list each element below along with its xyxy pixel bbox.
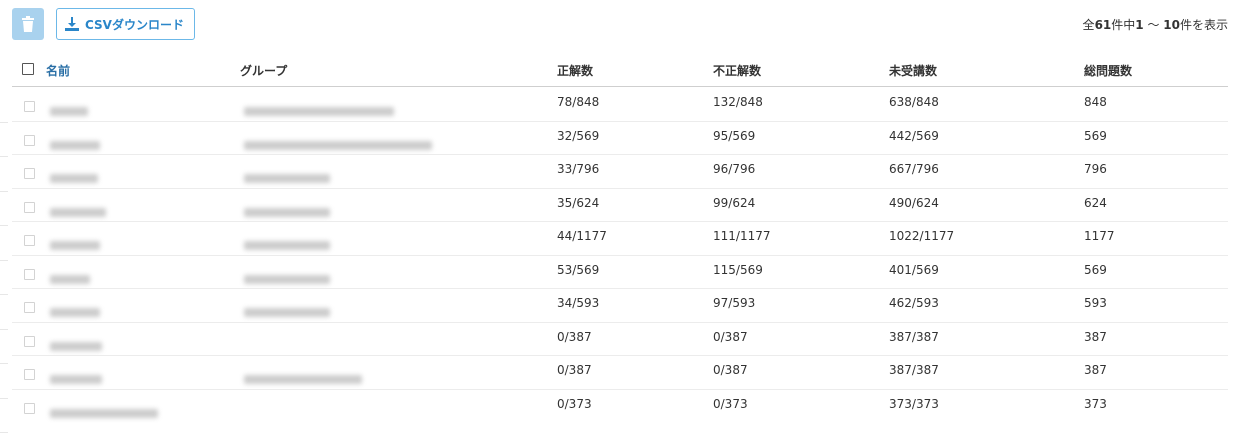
blurred-name [50,408,158,418]
header-incorrect: 不正解数 [713,64,762,78]
blurred-group [244,308,330,317]
trash-icon [22,16,34,32]
cell-unattempted: 387/387 [889,329,939,344]
cell-total: 848 [1084,95,1107,109]
blurred-group [244,274,330,284]
cell-total: 569 [1084,262,1107,277]
csv-download-button[interactable]: CSVダウンロード [56,8,195,40]
cell-unattempted: 387/387 [889,363,939,377]
left-edge-lines [0,88,8,433]
cell-total: 569 [1084,128,1107,143]
cell-incorrect: 96/796 [713,162,756,176]
table-row: 78/848 132/848 638/848 848 [12,88,1228,122]
table-row: 33/796 96/796 667/796 796 [12,155,1228,189]
table-row: 34/593 97/593 462/593 593 [12,289,1228,323]
cell-total: 387 [1084,363,1107,377]
cell-incorrect: 111/1177 [713,229,771,243]
cell-incorrect: 115/569 [713,262,763,277]
cell-unattempted: 1022/1177 [889,229,955,243]
row-checkbox[interactable] [24,369,35,380]
cell-correct: 44/1177 [557,229,607,243]
row-checkbox[interactable] [24,268,35,280]
blurred-name [50,174,98,183]
cell-total: 373 [1084,396,1107,411]
cell-correct: 33/796 [557,162,600,176]
cell-unattempted: 442/569 [889,128,939,143]
header-correct: 正解数 [557,64,594,78]
row-checkbox[interactable] [24,402,35,414]
blurred-group [244,241,330,250]
cell-correct: 34/593 [557,296,600,310]
cell-correct: 0/387 [557,329,592,344]
blurred-name [50,274,90,284]
cell-incorrect: 95/569 [713,128,756,143]
header-group: グループ [240,64,288,78]
cell-total: 593 [1084,296,1107,310]
cell-unattempted: 462/593 [889,296,939,310]
blurred-group [244,140,432,150]
download-icon [65,17,79,31]
pagination-summary: 全61件中1 〜 10件を表示 [1082,18,1228,32]
row-checkbox[interactable] [24,335,35,347]
cell-correct: 32/569 [557,128,600,143]
toolbar: CSVダウンロード [12,8,195,40]
blurred-name [50,140,100,150]
blurred-name [50,107,88,116]
cell-correct: 78/848 [557,95,600,109]
row-checkbox[interactable] [24,302,35,313]
cell-total: 387 [1084,329,1107,344]
cell-total: 796 [1084,162,1107,176]
cell-incorrect: 99/624 [713,195,756,210]
blurred-name [50,375,102,384]
table-row: 0/387 0/387 387/387 387 [12,323,1228,356]
table-row: 53/569 115/569 401/569 569 [12,256,1228,289]
cell-total: 624 [1084,195,1107,210]
blurred-name [50,308,100,317]
cell-correct: 0/373 [557,396,592,411]
cell-correct: 35/624 [557,195,600,210]
blurred-group [244,174,330,183]
cell-incorrect: 0/373 [713,396,748,411]
table-row: 35/624 99/624 490/624 624 [12,189,1228,222]
blurred-group [244,375,362,384]
blurred-group [244,207,330,217]
cell-incorrect: 132/848 [713,95,763,109]
csv-download-label: CSVダウンロード [85,17,184,32]
table-row: 44/1177 111/1177 1022/1177 1177 [12,222,1228,256]
header-unattempted: 未受講数 [889,64,938,78]
blurred-name [50,207,106,217]
cell-unattempted: 373/373 [889,396,939,411]
select-all-checkbox[interactable] [22,63,34,75]
cell-unattempted: 638/848 [889,95,939,109]
cell-unattempted: 401/569 [889,262,939,277]
blurred-name [50,241,100,250]
cell-unattempted: 667/796 [889,162,939,176]
row-checkbox[interactable] [24,201,35,213]
table-row: 32/569 95/569 442/569 569 [12,122,1228,155]
blurred-group [244,107,394,116]
table-row: 0/387 0/387 387/387 387 [12,356,1228,390]
table-header: 名前 グループ 正解数 不正解数 未受講数 総問題数 [12,54,1228,87]
delete-button[interactable] [12,8,44,40]
cell-correct: 53/569 [557,262,600,277]
row-checkbox[interactable] [24,101,35,112]
cell-total: 1177 [1084,229,1115,243]
blurred-name [50,341,102,351]
table-body: 78/848 132/848 638/848 848 32/569 95/569… [12,88,1228,423]
header-total: 総問題数 [1084,64,1133,78]
cell-incorrect: 97/593 [713,296,756,310]
row-checkbox[interactable] [24,168,35,179]
row-checkbox[interactable] [24,235,35,246]
cell-unattempted: 490/624 [889,195,939,210]
cell-incorrect: 0/387 [713,329,748,344]
table-row: 0/373 0/373 373/373 373 [12,390,1228,424]
cell-correct: 0/387 [557,363,592,377]
cell-incorrect: 0/387 [713,363,748,377]
header-name[interactable]: 名前 [46,62,70,79]
row-checkbox[interactable] [24,134,35,146]
